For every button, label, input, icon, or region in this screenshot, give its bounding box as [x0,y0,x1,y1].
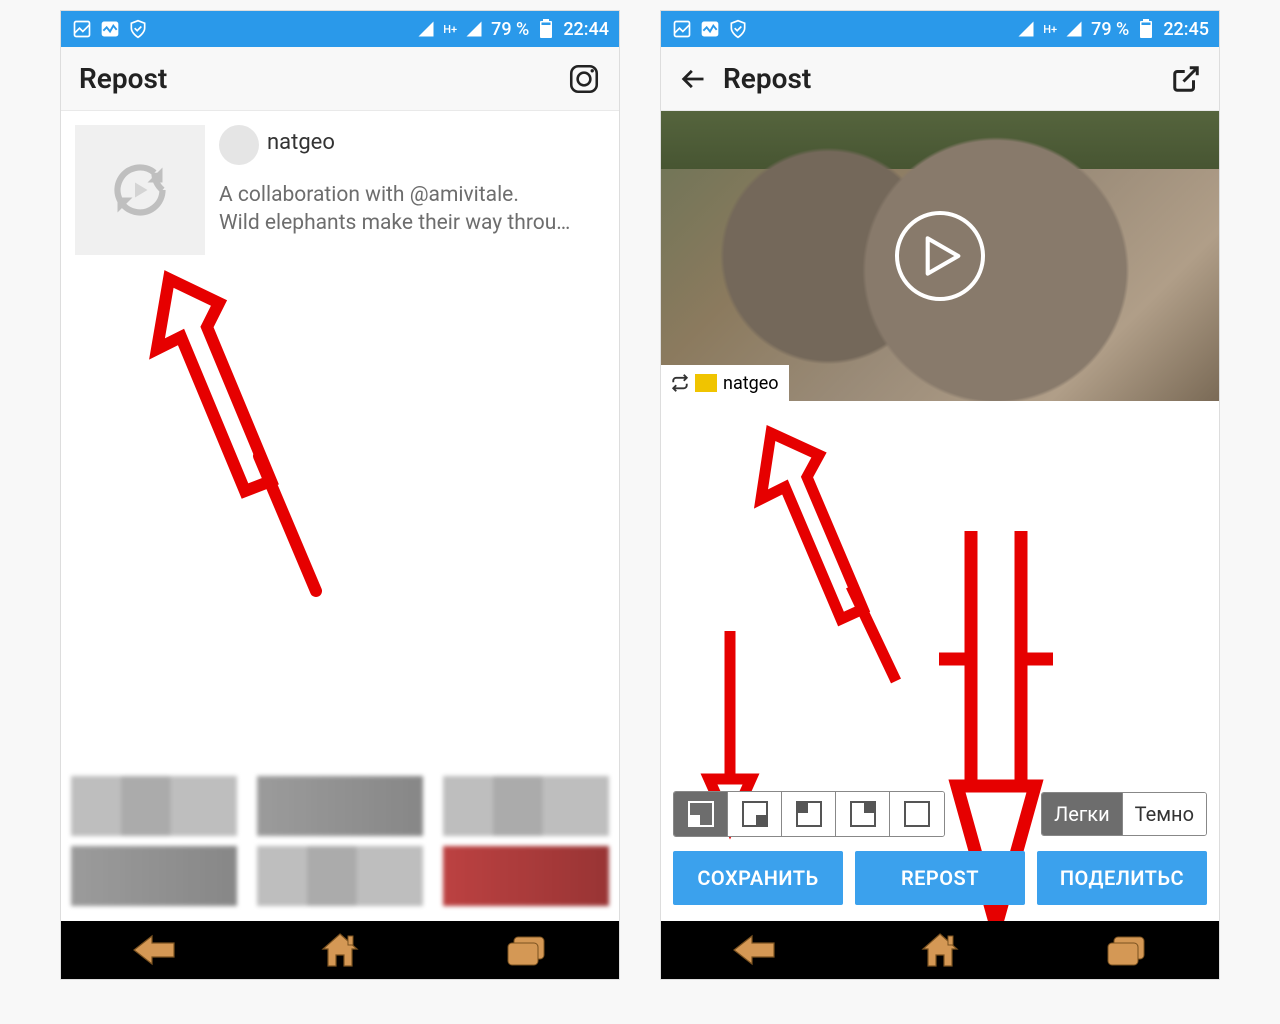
activity-icon [99,18,121,40]
position-bottom-right[interactable] [728,792,782,836]
instagram-icon[interactable] [567,62,601,96]
position-top-left[interactable] [782,792,836,836]
status-bar: H+ 79 % 22:45 [661,11,1219,47]
annotation-arrow [751,421,931,645]
app-title: Repost [79,62,167,95]
activity-icon [699,18,721,40]
app-title: Repost [723,62,811,95]
nav-recent-icon[interactable] [1101,929,1151,971]
annotation-arrow [141,261,361,545]
post-username: natgeo [267,130,335,155]
signal-icon [1015,18,1037,40]
nav-bar [661,921,1219,979]
app-bar: Repost [661,47,1219,111]
phone-right: H+ 79 % 22:45 Repost [660,10,1220,980]
nav-bar [61,921,619,979]
signal-icon [463,18,485,40]
watermark-position-group [673,791,945,837]
signal-icon [1063,18,1085,40]
position-bottom-left[interactable] [674,792,728,836]
repost-button[interactable]: REPOST [855,851,1025,905]
play-icon[interactable] [895,211,985,301]
status-bar: H+ 79 % 22:44 [61,11,619,47]
position-none[interactable] [890,792,944,836]
back-icon[interactable] [679,65,707,93]
battery-icon [535,18,557,40]
video-preview[interactable]: natgeo [661,111,1219,401]
signal-icon [415,18,437,40]
shield-icon [127,18,149,40]
nav-home-icon[interactable] [315,929,365,971]
nav-back-icon[interactable] [729,929,779,971]
battery-percent: 79 % [491,19,529,40]
post-caption: A collaboration with @amivitale. Wild el… [219,181,605,238]
repost-icon [671,374,689,392]
nav-recent-icon[interactable] [501,929,551,971]
share-button[interactable]: ПОДЕЛИТЬС [1037,851,1207,905]
open-external-icon[interactable] [1171,64,1201,94]
app-bar: Repost [61,47,619,111]
theme-light-button[interactable]: Легки [1042,793,1122,835]
picture-icon [71,18,93,40]
natgeo-logo-icon [695,374,717,392]
avatar [219,125,259,165]
network-type-label: H+ [443,23,457,36]
network-type-label: H+ [1043,23,1057,36]
post-list-item[interactable]: natgeo A collaboration with @amivitale. … [61,111,619,269]
nav-home-icon[interactable] [915,929,965,971]
theme-dark-button[interactable]: Темно [1122,793,1206,835]
watermark-badge: natgeo [661,365,789,401]
watermark-username: natgeo [723,373,779,394]
battery-icon [1135,18,1157,40]
clock: 22:44 [563,19,609,40]
picture-icon [671,18,693,40]
theme-toggle-group: Легки Темно [1041,792,1207,836]
post-thumbnail [75,125,205,255]
phone-left: H+ 79 % 22:44 Repost [60,10,620,980]
blurred-content [71,776,609,921]
loading-icon [110,160,170,220]
save-button[interactable]: СОХРАНИТЬ [673,851,843,905]
shield-icon [727,18,749,40]
position-top-right[interactable] [836,792,890,836]
battery-percent: 79 % [1091,19,1129,40]
nav-back-icon[interactable] [129,929,179,971]
clock: 22:45 [1163,19,1209,40]
